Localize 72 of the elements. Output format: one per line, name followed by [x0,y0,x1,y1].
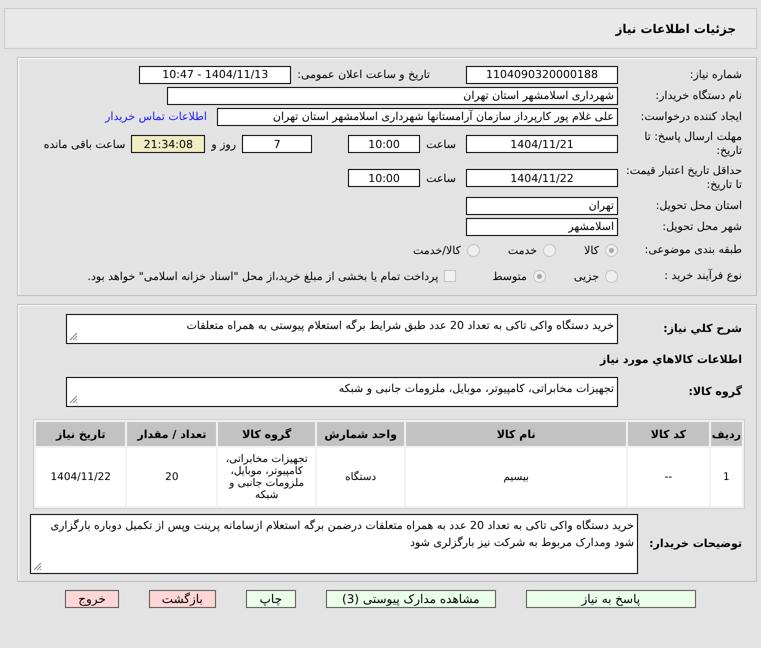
field-label: روز و [211,138,236,150]
action-button[interactable]: چاپ [246,590,296,608]
radio-button[interactable] [543,244,556,256]
field-label: مهلت ارسال پاسخ: تا تاریخ: [643,130,743,158]
resize-grip-icon[interactable] [33,562,42,571]
text-area[interactable]: خرید دستگاه واکی تاکی به تعداد 20 عدد به همراه متعلقات درضمن برگه استعلام ازسامانه پرینت وپس از تکمیل دوباره بارگزاری شود ومدارک مربوط به شرکت نیز بارگزلری شود [30,514,638,574]
field-label: شماره نیاز: [688,68,743,82]
column-header: واحد شمارش [317,422,404,446]
text-area-text: تجهیزات مخابراتی، کامپیوتر، موبایل، ملزومات جانبی و شبکه [338,382,614,395]
text-field[interactable]: 7 [242,135,312,153]
radio-label: متوسط [492,270,527,282]
field-label: نوع فرآیند خرید : [663,269,743,283]
text-field[interactable]: تهران [466,196,618,214]
resize-grip-icon[interactable] [69,332,78,341]
field-label: تاریخ و ساعت اعلان عمومی: [297,68,430,81]
table-cell: 20 [127,448,216,506]
text-area[interactable]: تجهیزات مخابراتی، کامپیوتر، موبایل، ملزومات جانبی و شبکه [66,377,618,407]
column-header: نام کالا [406,422,626,446]
text-field[interactable]: 1404/11/13 - 10:47 [139,66,292,84]
field-label: ساعت [426,138,456,150]
radio-label: خدمت [508,244,538,256]
field-label: ایجاد کننده درخواست: [640,110,743,124]
text-field[interactable]: علی غلام پور کارپرداز سازمان آرامستانها شهرداری اسلامشهر استان تهران [217,108,618,126]
text-area[interactable]: خرید دستگاه واکی تاکی به تعداد 20 عدد طبق شرایط برگه استعلام پیوستی به همراه متعلقات [66,314,618,344]
text-field[interactable]: اسلامشهر [466,218,618,236]
checkbox[interactable] [444,270,456,282]
contact-link[interactable]: اطلاعات تماس خریدار [105,110,207,123]
text-area-text: خرید دستگاه واکی تاکی به تعداد 20 عدد به همراه متعلقات درضمن برگه استعلام ازسامانه پرینت وپس از تکمیل دوباره بارگزاری شود ومدارک مربوط به شرکت نیز بارگزلری شود [50,519,634,549]
radio-button[interactable] [466,244,480,256]
countdown-field: 21:34:08 [131,135,206,153]
text-field[interactable]: 10:00 [348,135,420,153]
action-button[interactable]: خروج [65,590,119,608]
table-cell: بیسیم [406,448,626,506]
column-header: تاریخ نیاز [36,422,126,446]
text-field[interactable]: 1404/11/22 [466,169,618,187]
field-label: پرداخت تمام یا بخشی از مبلغ خرید،از محل "اسناد خزانه اسلامی" خواهد بود. [88,270,438,282]
column-header: تعداد / مقدار [127,422,216,446]
field-label: استان محل تحویل: [654,198,743,212]
field-label: نام دستگاه خریدار: [654,88,743,102]
page-title: جزئیات اطلاعات نیاز [615,22,736,36]
radio-label: کالا [584,244,599,256]
table-cell: 1404/11/22 [36,448,126,506]
resize-grip-icon[interactable] [69,395,78,404]
column-header: ردیف [710,422,742,446]
radio-button[interactable] [605,244,618,256]
field-label: حداقل تاریخ اعتبار قیمت: تا تاریخ: [625,164,743,192]
text-field[interactable]: 1404/11/21 [466,135,618,153]
table-cell: دستگاه [317,448,404,506]
column-header: گروه کالا [218,422,316,446]
field-label: اطلاعات کالاهاي مورد نياز [600,353,743,367]
field-label: شهر محل تحویل: [661,220,743,234]
field-label: توضیحات خریدار: [648,537,743,551]
table-cell: تجهیزات مخابراتی، کامپیوتر، موبایل، ملزومات جانبی و شبکه [218,448,316,506]
text-field[interactable]: 10:00 [348,169,420,187]
radio-button[interactable] [532,270,546,282]
field-label: ساعت [426,172,456,184]
table-cell: -- [628,448,709,506]
field-label: ساعت باقی مانده [44,138,126,150]
field-label: گروه کالا: [687,385,743,399]
text-field[interactable]: شهرداری اسلامشهر استان تهران [167,86,618,104]
text-field[interactable]: 1104090320000188 [466,66,618,84]
action-button[interactable]: مشاهده مدارک پیوستی (3) [326,590,496,608]
radio-button[interactable] [605,270,618,282]
field-label: طبقه بندی موضوعی: [644,243,743,257]
text-area-text: خرید دستگاه واکی تاکی به تعداد 20 عدد طبق شرایط برگه استعلام پیوستی به همراه متعلقات [186,319,614,332]
radio-label: کالا/خدمت [413,244,461,256]
action-button[interactable]: بازگشت [148,590,216,608]
field-label: شرح کلي نياز: [662,322,743,336]
radio-label: جزیی [574,270,599,282]
action-button[interactable]: پاسخ به نیاز [526,590,696,608]
table-cell: 1 [710,448,742,506]
column-header: کد کالا [628,422,709,446]
